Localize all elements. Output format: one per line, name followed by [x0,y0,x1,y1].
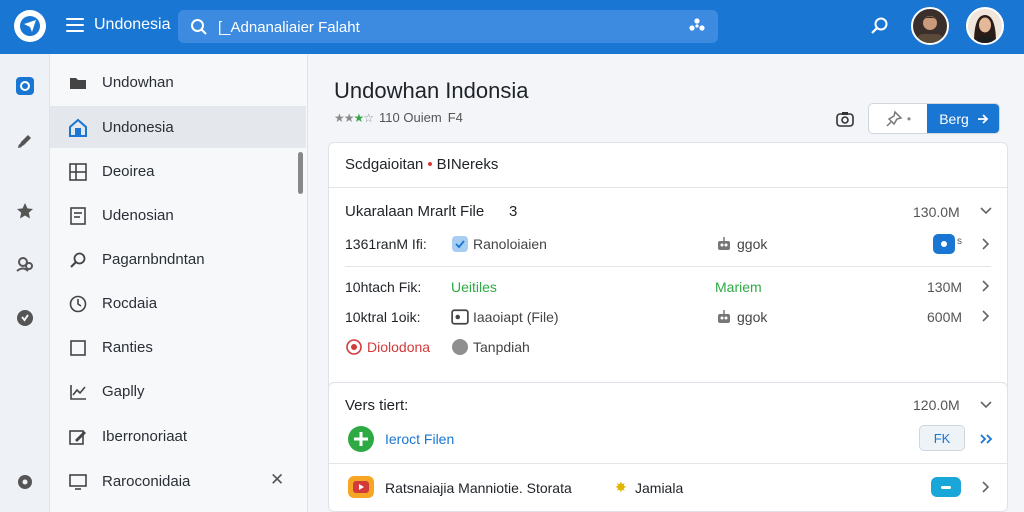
home-icon[interactable] [13,74,37,98]
sidebar-item-udenosian[interactable]: Udenosian [50,194,306,236]
card-header: Vers tiert: [345,397,409,414]
sidebar-item-rocdaia[interactable]: Rocdaia [50,282,306,324]
star-icon: ✸ [615,479,627,495]
file-owner: Mariem [715,279,762,295]
sidebar-item-iberronoriaat[interactable]: Iberronoriaat [50,415,306,457]
sidebar-item-raroconidaia[interactable]: Raroconidaia ✕ [50,460,306,502]
pin-button[interactable]: • [869,104,927,133]
error-icon [346,339,362,355]
edit-icon [68,427,88,447]
table-icon [68,162,88,182]
app-title: Undonesia [94,16,171,33]
sidebar-item-undowhan[interactable]: Undowhan [50,61,306,103]
chevron-down-icon[interactable] [979,206,993,216]
toolbar-group: • Berg [868,103,1000,134]
file-icon [451,309,469,325]
icon-rail [0,54,50,512]
primary-button[interactable]: Berg [927,104,999,133]
new-file-link[interactable]: Ieroct Filen [385,431,454,447]
status-pill-icon[interactable] [931,477,961,497]
folder-icon [68,73,88,93]
sidebar-scrollbar[interactable] [298,152,303,194]
file-owner: ggok [737,309,768,325]
group-size: 120.0M [913,397,960,413]
circle-icon [452,339,468,355]
file-type: Ueitiles [451,279,497,295]
card-header: Scdgaioitan • BINereks [329,143,1007,188]
app-logo-icon[interactable] [14,10,46,42]
avatar[interactable] [966,7,1004,45]
settings-icon[interactable] [13,470,37,494]
sidebar-item-undonesia[interactable]: Undonesia [50,106,306,148]
close-icon[interactable]: ✕ [270,470,284,490]
camera-icon[interactable] [833,107,857,131]
pin-icon [886,110,903,127]
file-name[interactable]: 10ktral 1oik: [345,309,420,325]
search-bar [178,10,718,43]
double-chevron-right-icon[interactable] [979,433,993,445]
rating-row: ★★★☆ 110 Ouiem F4 [334,110,463,125]
page-title: Undowhan Indonsia [334,78,529,103]
document-icon [68,206,88,226]
version-suffix: Jamiala [635,480,684,496]
users-icon[interactable] [13,252,37,276]
sidebar-item-pagarnbndntan[interactable]: Pagarnbndntan [50,238,306,280]
avatar[interactable] [911,7,949,45]
group-size: 130.0M [913,204,960,220]
file-type: Tanpdiah [473,339,530,355]
robot-icon [718,237,730,250]
add-icon[interactable] [347,425,375,453]
file-badge[interactable]: FK [919,425,965,451]
group-title: Ukaralaan Mrarlt File [345,203,485,220]
star-icon[interactable] [13,199,37,223]
chevron-right-icon[interactable] [981,480,991,494]
sidebar-item-gaplly[interactable]: Gaplly [50,370,306,412]
video-icon [348,476,374,498]
file-name[interactable]: Diolodona [367,339,430,355]
header-search-icon[interactable] [870,16,890,36]
divider [329,463,1007,464]
search-input[interactable] [218,16,678,38]
file-name[interactable]: 10htach Fik: [345,279,421,295]
sparkle-icon[interactable] [688,17,706,35]
check-icon [452,236,468,252]
chart-icon [68,382,88,402]
sidebar: Undowhan Undonesia Deoirea Udenosian Pag… [50,54,308,512]
pen-icon[interactable] [13,129,37,153]
square-icon [68,338,88,358]
main-content: Undowhan Indonsia ★★★☆ 110 Ouiem F4 • Be… [310,54,1024,512]
monitor-icon [68,472,88,492]
file-owner: ggok [737,236,768,252]
versions-card: Vers tiert: 120.0M Ieroct Filen FK Ratsn… [328,382,1008,512]
file-type: Ranoloiaien [473,236,547,252]
file-size: 130M [927,279,963,295]
divider [345,266,991,267]
rating-suffix: F4 [447,110,463,125]
robot-icon [718,310,730,323]
dot-icon: s [957,236,962,247]
rating-stars-icon: ★★★☆ [334,110,374,125]
status-icon[interactable] [933,234,955,254]
file-type: Iaaoiapt (File) [473,309,559,325]
rating-text: 110 Ouiem [379,110,442,125]
separator-dot-icon: • [427,156,433,173]
arrow-right-icon [977,113,989,124]
badge-icon[interactable] [13,306,37,330]
clock-icon [68,294,88,314]
file-size: 600M [927,309,963,325]
sidebar-item-deoirea[interactable]: Deoirea [50,150,306,192]
menu-icon[interactable] [66,18,84,32]
search-icon [68,250,88,270]
version-name[interactable]: Ratsnaiajia Manniotie. Storata [385,480,572,496]
chevron-right-icon[interactable] [981,279,991,293]
top-bar: Undonesia [0,0,1024,54]
file-name[interactable]: 1361ranM Ifi: [345,236,427,252]
chevron-right-icon[interactable] [981,237,991,251]
group-count: 3 [509,203,518,220]
chevron-down-icon[interactable] [979,400,993,410]
sidebar-item-ranties[interactable]: Ranties [50,326,306,368]
home-icon [68,118,88,138]
search-icon [191,19,207,35]
chevron-right-icon[interactable] [981,309,991,323]
